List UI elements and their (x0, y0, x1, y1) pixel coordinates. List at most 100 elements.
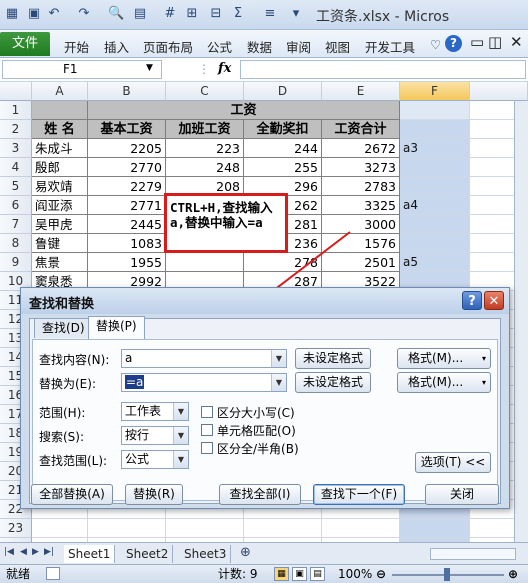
data-cell[interactable]: 3325 (322, 196, 400, 215)
horizontal-scrollbar[interactable] (430, 548, 516, 560)
column-f-cell[interactable] (400, 158, 470, 177)
data-cell[interactable]: 朱成斗 (32, 139, 88, 158)
search-dropdown-icon[interactable]: ▼ (173, 427, 188, 444)
row-header[interactable]: 7 (0, 215, 32, 234)
column-header[interactable]: E (322, 82, 400, 101)
close-workbook-icon[interactable]: ✕ (510, 33, 523, 51)
find-what-dropdown-icon[interactable]: ▼ (271, 350, 286, 367)
data-cell[interactable]: 易欢靖 (32, 177, 88, 196)
tab-home[interactable]: 开始 (64, 37, 89, 56)
search-select[interactable]: 按行 ▼ (121, 426, 189, 445)
name-box[interactable]: F1 (2, 60, 162, 79)
data-cell[interactable]: 3273 (322, 158, 400, 177)
match-byte-label[interactable]: 区分全/半角(B) (217, 440, 299, 457)
close-button[interactable]: 关闭 (425, 484, 499, 505)
column-f-cell[interactable] (400, 101, 470, 120)
formula-input[interactable] (240, 60, 526, 79)
data-cell[interactable]: 2205 (88, 139, 166, 158)
autosum-icon[interactable]: Σ (230, 6, 246, 22)
scope-select[interactable]: 工作表 ▼ (121, 402, 189, 421)
data-cell[interactable]: 2501 (322, 253, 400, 272)
prev-sheet-icon[interactable]: ◀ (20, 547, 27, 557)
zoom-in-icon[interactable]: ⊕ (508, 565, 518, 583)
header-cell[interactable]: 加班工资 (166, 120, 244, 139)
tab-replace[interactable]: 替换(P) (88, 316, 145, 339)
row-header[interactable]: 8 (0, 234, 32, 253)
data-cell[interactable]: 阎亚添 (32, 196, 88, 215)
match-entire-cell-checkbox[interactable] (201, 424, 213, 436)
data-cell[interactable]: 2783 (322, 177, 400, 196)
row-header[interactable]: 1 (0, 101, 32, 120)
tab-data[interactable]: 数据 (247, 37, 272, 56)
column-f-cell[interactable]: a5 (400, 253, 470, 272)
data-cell[interactable]: 2672 (322, 139, 400, 158)
replace-with-dropdown-icon[interactable]: ▼ (271, 374, 286, 391)
undo-icon[interactable]: ↶ (46, 6, 62, 22)
page-break-view-icon[interactable]: ▤ (310, 567, 325, 581)
data-cell[interactable]: 2770 (88, 158, 166, 177)
format-painter-icon[interactable]: ▤ (132, 6, 148, 22)
data-cell[interactable]: 2445 (88, 215, 166, 234)
select-all-corner[interactable] (0, 82, 32, 101)
find-what-input[interactable]: a ▼ (121, 349, 287, 368)
header-cell[interactable]: 基本工资 (88, 120, 166, 139)
data-cell[interactable]: 1955 (88, 253, 166, 272)
column-f-cell[interactable] (400, 177, 470, 196)
customize-quick-access-icon[interactable]: ▾ (288, 6, 304, 22)
options-button[interactable]: 选项(T) << (415, 452, 491, 473)
match-case-checkbox[interactable] (201, 406, 213, 418)
data-cell[interactable]: 吴甲虎 (32, 215, 88, 234)
column-f-cell[interactable] (400, 120, 470, 139)
header-cell[interactable]: 姓 名 (32, 120, 88, 139)
dialog-close-button[interactable]: ✕ (484, 291, 504, 310)
align-icon[interactable]: ≡ (262, 6, 278, 22)
cell[interactable] (244, 519, 322, 538)
header-cell[interactable]: 全勤奖扣 (244, 120, 322, 139)
data-cell[interactable]: 2279 (88, 177, 166, 196)
column-f-cell[interactable] (400, 519, 470, 538)
column-f-cell[interactable] (400, 234, 470, 253)
tab-formulas[interactable]: 公式 (207, 37, 232, 56)
row-header[interactable]: 9 (0, 253, 32, 272)
zoom-out-icon[interactable]: ⊖ (376, 565, 386, 583)
last-sheet-icon[interactable]: ▶| (44, 547, 54, 557)
data-cell[interactable]: 殷郎 (32, 158, 88, 177)
data-cell[interactable] (166, 253, 244, 272)
cell[interactable] (166, 519, 244, 538)
column-header-extra[interactable] (470, 82, 528, 101)
row-header[interactable]: 6 (0, 196, 32, 215)
tab-file[interactable]: 文件 (0, 32, 50, 56)
replace-button[interactable]: 替换(R) (125, 484, 183, 505)
replace-format-button[interactable]: 格式(M)... ▾ (397, 372, 491, 393)
redo-icon[interactable]: ↷ (76, 6, 92, 22)
ribbon-collapse-icon[interactable]: ♡ (430, 37, 441, 52)
row-header[interactable]: 4 (0, 158, 32, 177)
column-header[interactable]: C (166, 82, 244, 101)
cell[interactable] (88, 519, 166, 538)
match-case-label[interactable]: 区分大小写(C) (217, 404, 295, 421)
tab-insert[interactable]: 插入 (104, 37, 129, 56)
zoom-slider-thumb[interactable] (444, 568, 450, 581)
column-f-cell[interactable] (400, 215, 470, 234)
data-cell[interactable]: 278 (244, 253, 322, 272)
vertical-scrollbar[interactable] (514, 101, 528, 542)
grid-icon[interactable]: ⊟ (208, 6, 224, 22)
cell[interactable] (32, 519, 88, 538)
zoom-level[interactable]: 100% (338, 565, 372, 583)
data-cell[interactable]: 244 (244, 139, 322, 158)
tab-page-layout[interactable]: 页面布局 (143, 37, 193, 56)
row-header[interactable]: 23 (0, 519, 32, 538)
find-all-button[interactable]: 查找全部(I) (219, 484, 301, 505)
sheet-tab-1[interactable]: Sheet1 (64, 545, 116, 563)
replace-with-input[interactable]: =a ▼ (121, 373, 287, 392)
restore-icon[interactable]: ◫ (488, 33, 502, 51)
next-sheet-icon[interactable]: ▶ (32, 547, 39, 557)
data-cell[interactable]: 1576 (322, 234, 400, 253)
look-in-dropdown-icon[interactable]: ▼ (173, 451, 188, 468)
page-layout-view-icon[interactable]: ▣ (292, 567, 307, 581)
title-cell[interactable]: 工资 (88, 101, 400, 120)
match-byte-checkbox[interactable] (201, 442, 213, 454)
name-box-dropdown-icon[interactable]: ▼ (146, 63, 153, 73)
save-icon[interactable]: ▣ (26, 6, 42, 22)
find-format-button[interactable]: 格式(M)... ▾ (397, 348, 491, 369)
